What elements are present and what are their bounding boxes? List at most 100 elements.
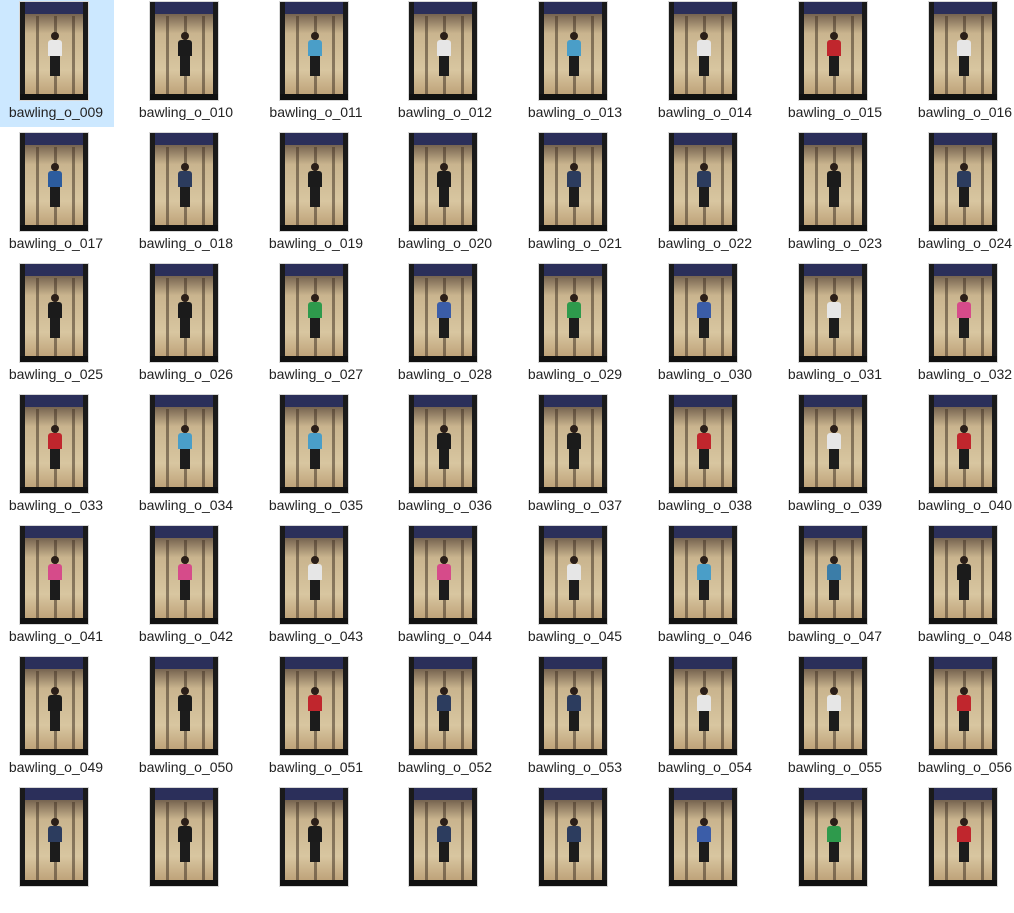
file-item[interactable]: bawling_o_031 <box>777 262 893 389</box>
image-thumbnail[interactable] <box>929 526 997 624</box>
file-item[interactable]: bawling_o_050 <box>128 655 244 782</box>
image-thumbnail[interactable] <box>799 526 867 624</box>
file-item[interactable] <box>0 786 114 913</box>
file-item[interactable] <box>258 786 374 913</box>
file-item[interactable] <box>387 786 503 913</box>
image-thumbnail[interactable] <box>669 395 737 493</box>
image-thumbnail[interactable] <box>20 133 88 231</box>
image-thumbnail[interactable] <box>280 2 348 100</box>
image-thumbnail[interactable] <box>539 2 607 100</box>
file-item[interactable]: bawling_o_019 <box>258 131 374 258</box>
image-thumbnail[interactable] <box>799 395 867 493</box>
image-thumbnail[interactable] <box>409 264 477 362</box>
file-item[interactable]: bawling_o_023 <box>777 131 893 258</box>
file-item[interactable]: bawling_o_033 <box>0 393 114 520</box>
file-item[interactable]: bawling_o_016 <box>907 0 1014 127</box>
image-thumbnail[interactable] <box>150 133 218 231</box>
image-thumbnail[interactable] <box>799 264 867 362</box>
file-item[interactable]: bawling_o_035 <box>258 393 374 520</box>
image-thumbnail[interactable] <box>150 657 218 755</box>
file-item[interactable]: bawling_o_048 <box>907 524 1014 651</box>
file-item[interactable]: bawling_o_022 <box>647 131 763 258</box>
file-item[interactable]: bawling_o_018 <box>128 131 244 258</box>
image-thumbnail[interactable] <box>929 2 997 100</box>
image-thumbnail[interactable] <box>669 526 737 624</box>
image-thumbnail[interactable] <box>409 788 477 886</box>
file-item[interactable]: bawling_o_043 <box>258 524 374 651</box>
file-item[interactable]: bawling_o_039 <box>777 393 893 520</box>
image-thumbnail[interactable] <box>929 264 997 362</box>
file-item[interactable] <box>907 786 1014 913</box>
file-item[interactable]: bawling_o_034 <box>128 393 244 520</box>
file-item[interactable]: bawling_o_011 <box>258 0 374 127</box>
image-thumbnail[interactable] <box>20 657 88 755</box>
image-thumbnail[interactable] <box>150 788 218 886</box>
image-thumbnail[interactable] <box>539 788 607 886</box>
image-thumbnail[interactable] <box>20 395 88 493</box>
file-item[interactable]: bawling_o_046 <box>647 524 763 651</box>
file-item[interactable]: bawling_o_024 <box>907 131 1014 258</box>
image-thumbnail[interactable] <box>539 264 607 362</box>
file-item[interactable] <box>777 786 893 913</box>
image-thumbnail[interactable] <box>669 788 737 886</box>
image-thumbnail[interactable] <box>799 2 867 100</box>
file-item[interactable]: bawling_o_026 <box>128 262 244 389</box>
image-thumbnail[interactable] <box>929 788 997 886</box>
file-item[interactable]: bawling_o_045 <box>517 524 633 651</box>
image-thumbnail[interactable] <box>280 657 348 755</box>
file-item[interactable]: bawling_o_030 <box>647 262 763 389</box>
image-thumbnail[interactable] <box>280 788 348 886</box>
file-item[interactable]: bawling_o_036 <box>387 393 503 520</box>
image-thumbnail[interactable] <box>929 133 997 231</box>
image-thumbnail[interactable] <box>539 657 607 755</box>
image-thumbnail[interactable] <box>280 395 348 493</box>
image-thumbnail[interactable] <box>280 526 348 624</box>
image-thumbnail[interactable] <box>409 2 477 100</box>
image-thumbnail[interactable] <box>150 2 218 100</box>
file-item[interactable]: bawling_o_053 <box>517 655 633 782</box>
image-thumbnail[interactable] <box>799 133 867 231</box>
file-item[interactable]: bawling_o_054 <box>647 655 763 782</box>
file-item[interactable]: bawling_o_049 <box>0 655 114 782</box>
image-thumbnail[interactable] <box>280 133 348 231</box>
file-item[interactable]: bawling_o_010 <box>128 0 244 127</box>
image-thumbnail[interactable] <box>150 526 218 624</box>
file-item[interactable]: bawling_o_032 <box>907 262 1014 389</box>
file-item[interactable]: bawling_o_020 <box>387 131 503 258</box>
image-thumbnail[interactable] <box>409 657 477 755</box>
file-item[interactable]: bawling_o_014 <box>647 0 763 127</box>
image-thumbnail[interactable] <box>280 264 348 362</box>
image-thumbnail[interactable] <box>409 133 477 231</box>
file-item[interactable]: bawling_o_013 <box>517 0 633 127</box>
image-thumbnail[interactable] <box>669 657 737 755</box>
image-thumbnail[interactable] <box>929 395 997 493</box>
image-thumbnail[interactable] <box>539 526 607 624</box>
file-item[interactable]: bawling_o_040 <box>907 393 1014 520</box>
file-item[interactable]: bawling_o_055 <box>777 655 893 782</box>
file-item[interactable]: bawling_o_042 <box>128 524 244 651</box>
file-item[interactable]: bawling_o_017 <box>0 131 114 258</box>
image-thumbnail[interactable] <box>20 264 88 362</box>
file-item[interactable]: bawling_o_056 <box>907 655 1014 782</box>
file-item[interactable]: bawling_o_025 <box>0 262 114 389</box>
file-item[interactable]: bawling_o_044 <box>387 524 503 651</box>
file-item[interactable]: bawling_o_047 <box>777 524 893 651</box>
image-thumbnail[interactable] <box>409 526 477 624</box>
image-thumbnail[interactable] <box>150 264 218 362</box>
file-item[interactable]: bawling_o_012 <box>387 0 503 127</box>
image-thumbnail[interactable] <box>799 788 867 886</box>
image-thumbnail[interactable] <box>669 2 737 100</box>
file-item[interactable]: bawling_o_052 <box>387 655 503 782</box>
file-item[interactable]: bawling_o_027 <box>258 262 374 389</box>
image-thumbnail[interactable] <box>409 395 477 493</box>
file-item[interactable]: bawling_o_041 <box>0 524 114 651</box>
image-thumbnail[interactable] <box>20 2 88 100</box>
file-item[interactable]: bawling_o_009 <box>0 0 114 127</box>
image-thumbnail[interactable] <box>539 133 607 231</box>
image-thumbnail[interactable] <box>669 133 737 231</box>
image-thumbnail[interactable] <box>20 526 88 624</box>
image-thumbnail[interactable] <box>20 788 88 886</box>
file-item[interactable] <box>647 786 763 913</box>
image-thumbnail[interactable] <box>799 657 867 755</box>
file-item[interactable]: bawling_o_051 <box>258 655 374 782</box>
